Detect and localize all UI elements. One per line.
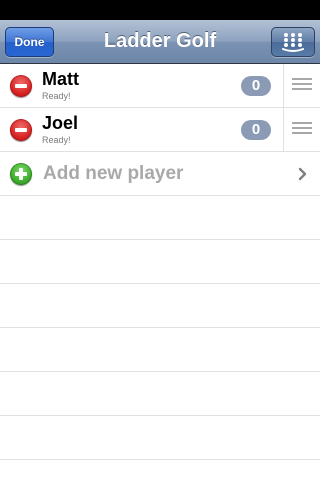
reorder-icon (292, 78, 312, 90)
score-badge: 0 (241, 76, 271, 96)
empty-row (0, 372, 320, 416)
grid-dots-icon (282, 33, 304, 52)
empty-row (0, 416, 320, 460)
empty-row (0, 328, 320, 372)
empty-row (0, 196, 320, 240)
status-bar (0, 0, 320, 20)
empty-row (0, 284, 320, 328)
add-player-row[interactable]: Add new player (0, 152, 320, 196)
menu-button[interactable] (271, 27, 315, 57)
player-row[interactable]: Matt Ready! 0 (0, 64, 320, 108)
empty-row (0, 240, 320, 284)
page-title: Ladder Golf (103, 30, 217, 52)
navigation-bar: Done Ladder Golf (0, 20, 320, 64)
delete-icon[interactable] (10, 75, 32, 97)
add-icon[interactable] (10, 163, 32, 185)
score-badge: 0 (241, 120, 271, 140)
players-table: Matt Ready! 0 Joel Ready! 0 Add new play… (0, 64, 320, 480)
reorder-handle[interactable] (283, 108, 320, 151)
chevron-right-icon (298, 167, 307, 181)
delete-icon[interactable] (10, 119, 32, 141)
player-name: Matt (42, 69, 79, 89)
player-row[interactable]: Joel Ready! 0 (0, 108, 320, 152)
player-status: Ready! (42, 135, 71, 145)
reorder-handle[interactable] (283, 64, 320, 107)
done-button[interactable]: Done (5, 27, 54, 57)
player-name: Joel (42, 113, 79, 133)
player-status: Ready! (42, 91, 71, 101)
reorder-icon (292, 122, 312, 134)
add-player-label: Add new player (43, 163, 184, 184)
